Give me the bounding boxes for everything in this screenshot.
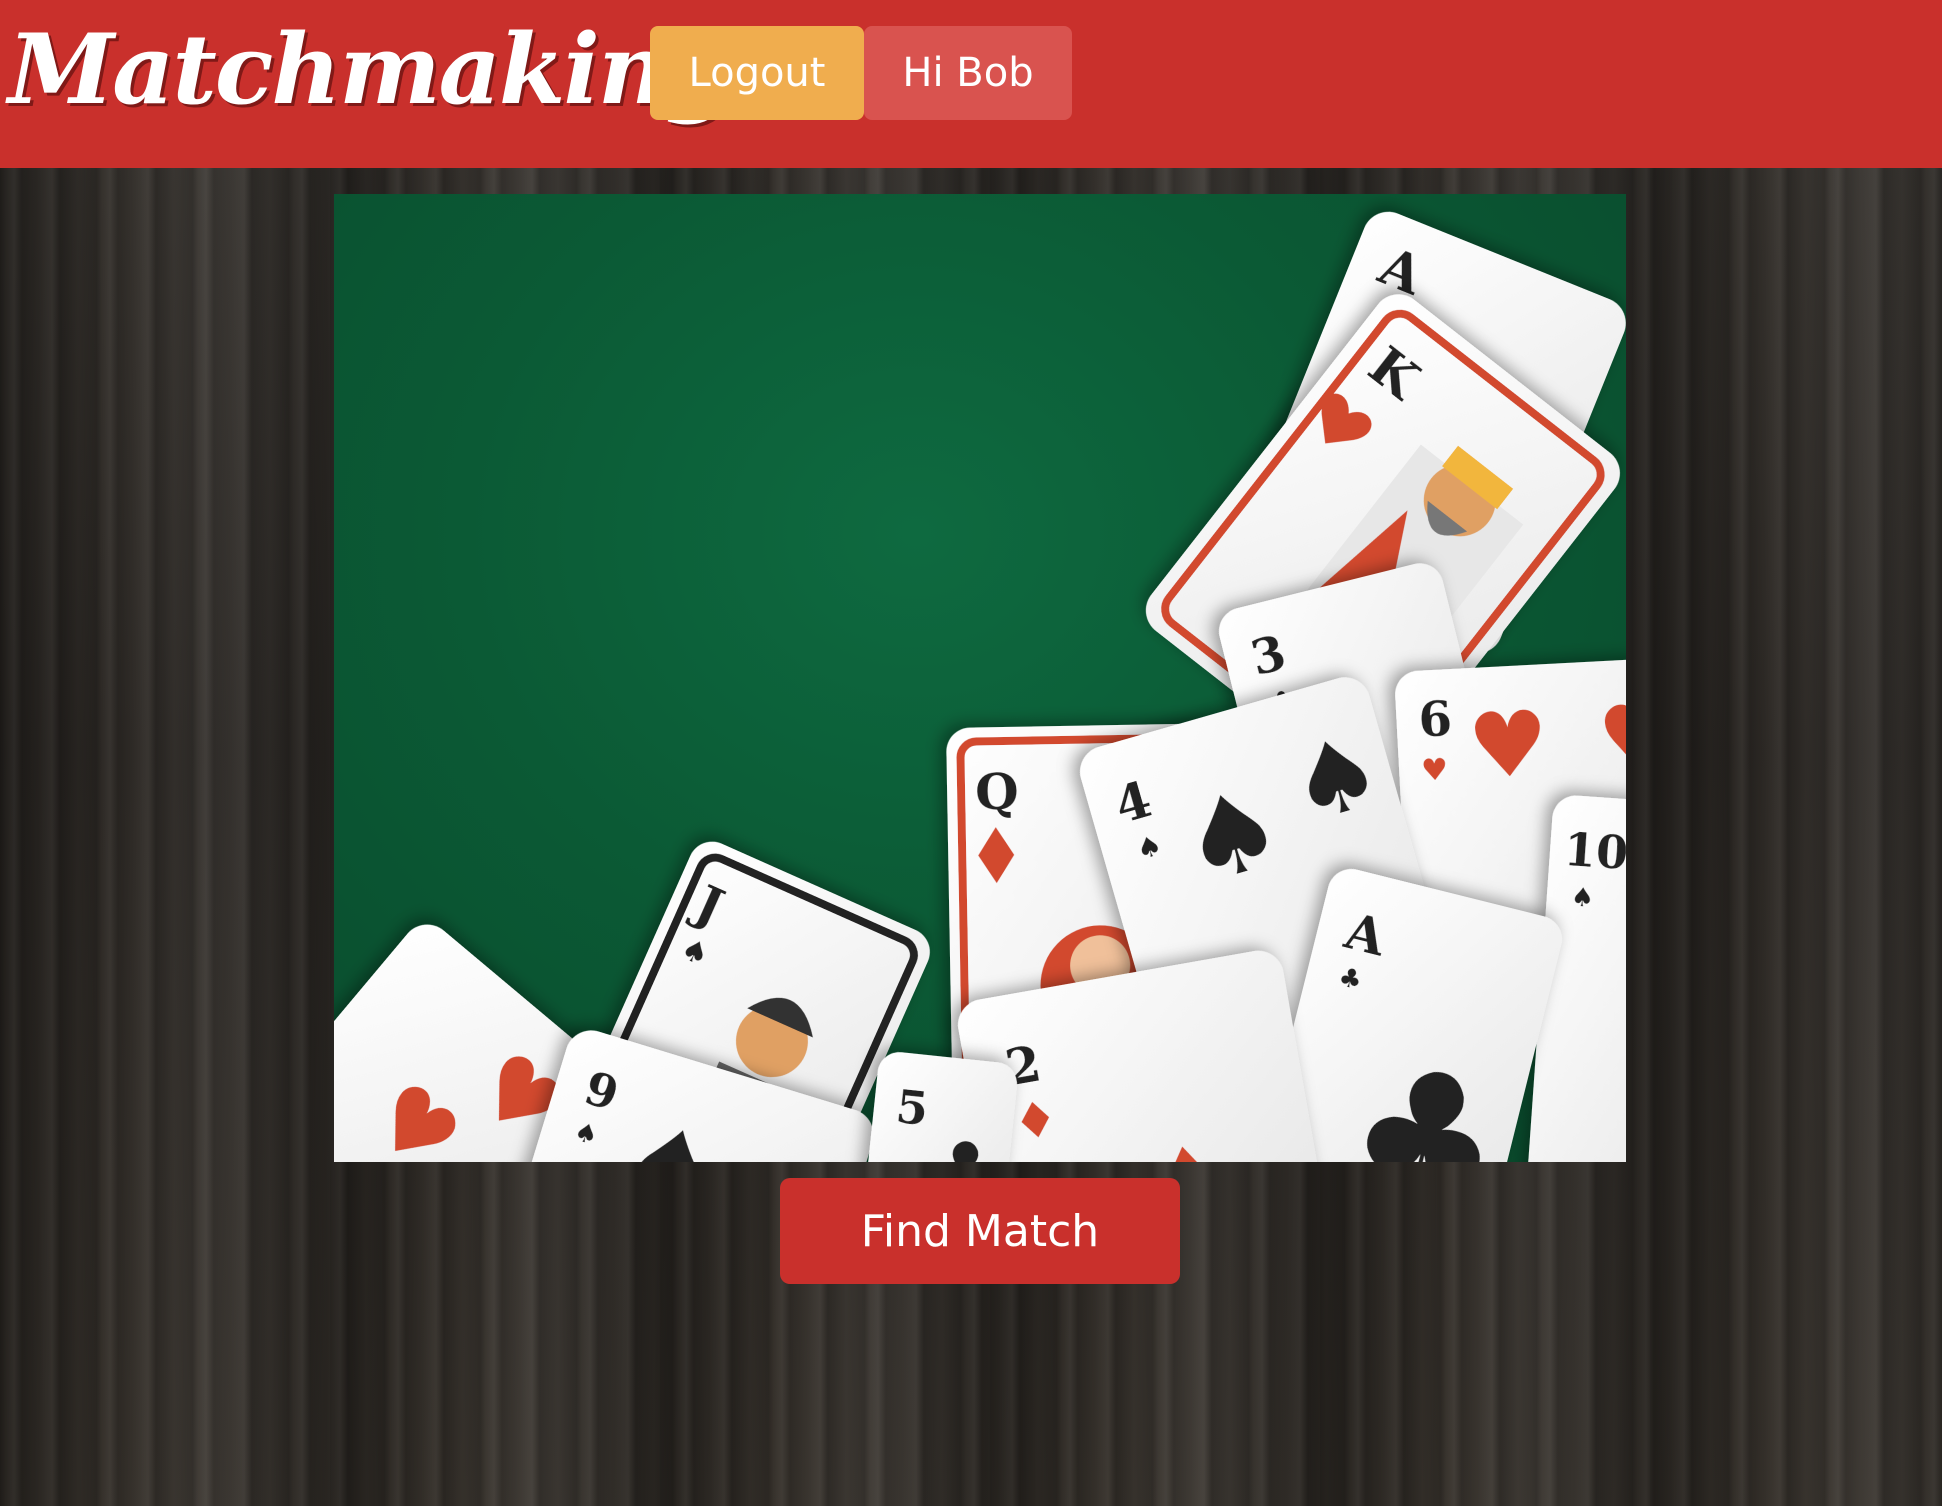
svg-text:♣: ♣ [923,1122,1004,1162]
svg-text:♥: ♥ [1595,684,1626,793]
user-greeting-button[interactable]: Hi Bob [864,26,1072,120]
find-match-button[interactable]: Find Match [780,1178,1180,1284]
svg-text:♥: ♥ [1420,752,1449,788]
cards-illustration: A K 3 ♣ 6 ♥ ♥ ♥ [334,211,1626,1162]
svg-text:♠: ♠ [1570,882,1595,914]
brand-logo[interactable]: Matchmaking [8,0,733,150]
playing-cards-hero-image: A K 3 ♣ 6 ♥ ♥ ♥ [334,194,1626,1162]
svg-text:5: 5 [893,1079,930,1136]
svg-text:♥: ♥ [1465,691,1551,800]
svg-text:6: 6 [1417,691,1453,749]
svg-text:10: 10 [1562,822,1626,880]
top-navbar: Matchmaking Logout Hi Bob [0,0,1942,168]
card-five-clubs: 5 ♣ [861,1052,1018,1162]
svg-text:Q: Q [975,762,1020,822]
logout-button[interactable]: Logout [650,26,864,120]
